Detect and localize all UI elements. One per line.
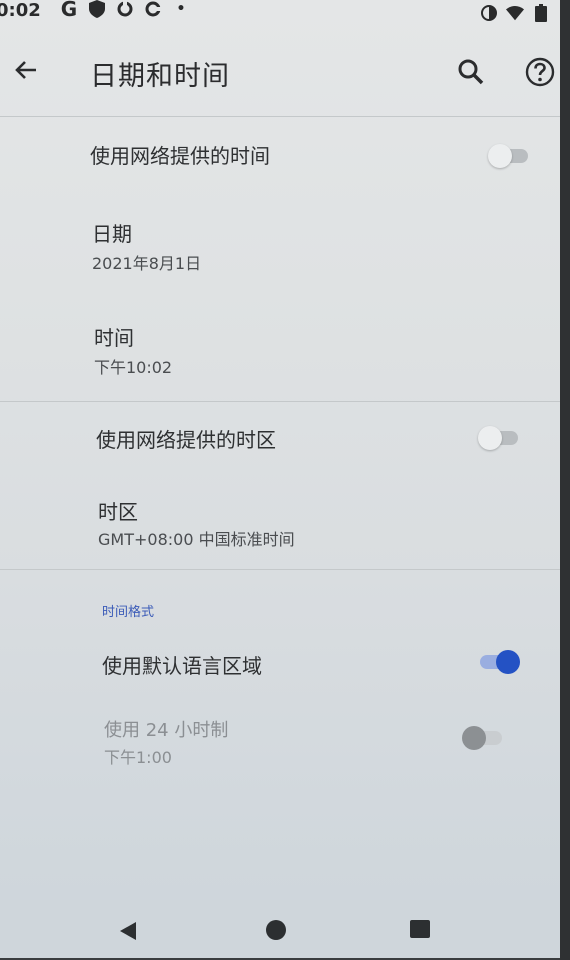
locale-default-label: 使用默认语言区域 — [102, 654, 262, 678]
date-value: 2021年8月1日 — [92, 254, 202, 273]
status-time: 0:02 — [0, 0, 41, 21]
time-row[interactable]: 时间 下午10:02 — [0, 304, 560, 396]
search-icon[interactable] — [455, 56, 487, 88]
use-24-hour-row: 使用 24 小时制 下午1:00 — [0, 704, 560, 784]
battery-icon — [532, 4, 550, 22]
navigation-bar — [0, 900, 560, 958]
sync-icon — [116, 0, 134, 18]
settings-screen: 0:02 G • 日期和时间 使用网络提供的时间 日期 2021年8月1日 时间… — [0, 0, 560, 958]
wifi-icon — [506, 4, 524, 22]
switch-thumb — [462, 726, 486, 750]
nav-recents-icon[interactable] — [410, 920, 430, 938]
network-timezone-switch[interactable] — [478, 424, 522, 452]
network-time-switch[interactable] — [488, 142, 532, 170]
use-24-hour-example: 下午1:00 — [104, 748, 172, 767]
help-icon[interactable] — [524, 56, 556, 88]
network-timezone-row[interactable]: 使用网络提供的时区 — [0, 404, 560, 476]
nav-home-icon[interactable] — [266, 920, 286, 940]
page-title: 日期和时间 — [90, 61, 230, 92]
section-divider — [0, 569, 560, 570]
device-bezel — [560, 0, 570, 960]
network-timezone-label: 使用网络提供的时区 — [96, 428, 276, 452]
date-label: 日期 — [92, 222, 132, 246]
network-time-row[interactable]: 使用网络提供的时间 — [0, 118, 560, 196]
switch-thumb — [488, 144, 512, 168]
google-g-icon: G — [60, 0, 78, 21]
use-24-hour-switch — [462, 724, 506, 752]
timezone-row[interactable]: 时区 GMT+08:00 中国标准时间 — [0, 480, 560, 566]
status-icons-right — [480, 4, 550, 22]
time-value: 下午10:02 — [94, 358, 173, 377]
timezone-value: GMT+08:00 中国标准时间 — [98, 530, 295, 549]
dot-icon: • — [176, 1, 186, 17]
back-arrow-icon[interactable] — [8, 52, 44, 88]
use-24-hour-label: 使用 24 小时制 — [104, 720, 229, 741]
locale-default-switch[interactable] — [476, 648, 520, 676]
section-divider — [0, 401, 560, 402]
status-icons-left: G • — [60, 0, 190, 21]
app-bar-divider — [0, 116, 560, 117]
section-header-time-format: 时间格式 — [102, 605, 155, 620]
locale-default-row[interactable]: 使用默认语言区域 — [0, 628, 560, 698]
nav-back-icon[interactable] — [118, 920, 140, 942]
data-saver-icon — [480, 4, 498, 22]
switch-thumb — [496, 650, 520, 674]
shield-icon — [88, 0, 106, 18]
time-label: 时间 — [94, 326, 134, 350]
date-row[interactable]: 日期 2021年8月1日 — [0, 200, 560, 296]
app-bar: 日期和时间 — [0, 40, 560, 104]
switch-thumb — [478, 426, 502, 450]
timezone-label: 时区 — [98, 500, 138, 524]
sync-icon — [144, 0, 162, 18]
network-time-label: 使用网络提供的时间 — [90, 144, 270, 168]
status-bar: 0:02 G • — [0, 0, 560, 26]
